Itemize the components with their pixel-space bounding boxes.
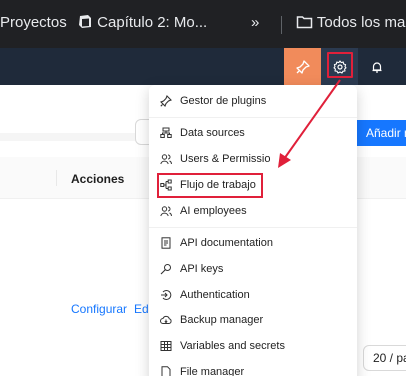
annotation-arrow [278,79,341,168]
